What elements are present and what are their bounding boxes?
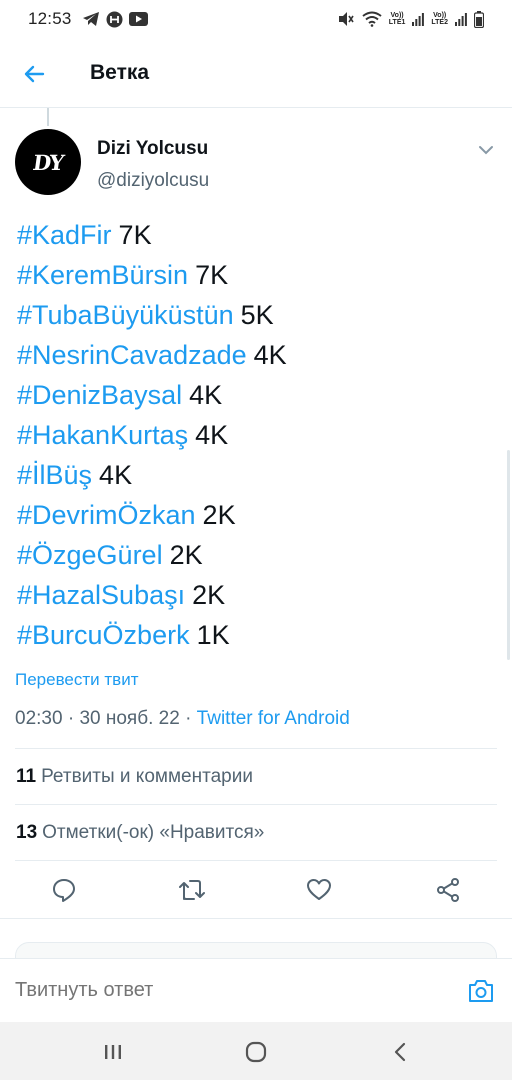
- reply-button[interactable]: [48, 874, 80, 906]
- hashtag-count: 5K: [240, 300, 274, 330]
- hashtag-count: 7K: [118, 220, 152, 250]
- thread-connector-line: [47, 108, 49, 126]
- hashtag-line: #BurcuÖzberk 1K: [17, 615, 497, 655]
- back-nav-button[interactable]: [384, 1036, 416, 1068]
- app-notification-icon: [106, 11, 123, 27]
- heart-icon: [307, 879, 331, 900]
- share-icon: [437, 878, 459, 902]
- divider: [15, 748, 497, 749]
- avatar-logo-text: DY: [31, 149, 65, 175]
- home-icon: [245, 1041, 267, 1063]
- network-1-indicator: Vo)) LTE1: [388, 12, 406, 26]
- retweet-button[interactable]: [176, 874, 208, 906]
- hashtag-count: 4K: [253, 340, 287, 370]
- hashtag-link[interactable]: #KeremBürsin: [17, 260, 188, 290]
- android-nav-bar: [0, 1022, 512, 1080]
- chevron-down-icon: [479, 146, 493, 155]
- hashtag-line: #NesrinCavadzade 4K: [17, 335, 497, 375]
- tweet-actions: [0, 862, 512, 918]
- reply-input[interactable]: [15, 979, 435, 1002]
- divider: [15, 804, 497, 805]
- hashtag-link[interactable]: #HakanKurtaş: [17, 420, 188, 450]
- hashtag-count: 2K: [192, 580, 226, 610]
- scroll-indicator[interactable]: [507, 450, 510, 660]
- tweet-meta: 02:30 · 30 нояб. 22 · Twitter for Androi…: [15, 708, 350, 730]
- tweet-time: 02:30: [15, 708, 63, 729]
- comment-icon: [53, 879, 75, 902]
- hashtag-count: 2K: [202, 500, 236, 530]
- author-name[interactable]: Dizi Yolcusu: [97, 138, 208, 160]
- hashtag-line: #DenizBaysal 4K: [17, 375, 497, 415]
- divider: [0, 918, 512, 919]
- hashtag-line: #HazalSubaşı 2K: [17, 575, 497, 615]
- likes-label: Отметки(-ок) «Нравится»: [42, 822, 265, 843]
- page-title: Ветка: [90, 61, 150, 84]
- status-bar: 12:53 Vo)) LTE1 Vo)) LTE2: [0, 0, 512, 38]
- app-header: Ветка: [0, 38, 512, 108]
- hashtag-link[interactable]: #KadFir: [17, 220, 112, 250]
- hashtag-count: 2K: [169, 540, 203, 570]
- tweet-menu-button[interactable]: [474, 138, 498, 162]
- hashtag-link[interactable]: #TubaBüyüküstün: [17, 300, 234, 330]
- home-button[interactable]: [240, 1036, 272, 1068]
- tweet-source-link[interactable]: Twitter for Android: [197, 708, 350, 729]
- camera-icon: [469, 980, 493, 1002]
- network-2-indicator: Vo)) LTE2: [431, 12, 448, 26]
- back-button[interactable]: [18, 58, 50, 90]
- hashtag-count: 4K: [195, 420, 229, 450]
- share-button[interactable]: [432, 874, 464, 906]
- back-chevron-icon: [394, 1042, 406, 1062]
- recent-apps-button[interactable]: [97, 1036, 129, 1068]
- hashtag-line: #KeremBürsin 7K: [17, 255, 497, 295]
- tweet-date: 30 нояб. 22: [79, 708, 180, 729]
- hashtag-link[interactable]: #DevrimÖzkan: [17, 500, 196, 530]
- hashtag-link[interactable]: #BurcuÖzberk: [17, 620, 190, 650]
- hashtag-line: #TubaBüyüküstün 5K: [17, 295, 497, 335]
- recent-apps-icon: [105, 1045, 121, 1059]
- arrow-left-icon: [24, 65, 45, 83]
- signal-2-icon: [455, 13, 467, 26]
- telegram-icon: [82, 12, 99, 26]
- tweet-text: #KadFir 7K #KeremBürsin 7K #TubaBüyüküstün 5K…: [17, 215, 497, 655]
- avatar[interactable]: DY: [15, 129, 81, 195]
- likes-count: 13: [16, 822, 38, 843]
- hashtag-link[interactable]: #HazalSubaşı: [17, 580, 185, 610]
- meta-separator: ·: [67, 708, 75, 729]
- hashtag-link[interactable]: #İlBüş: [17, 460, 92, 490]
- hashtag-line: #İlBüş 4K: [17, 455, 497, 495]
- reply-bar: [0, 958, 512, 1022]
- hashtag-count: 4K: [189, 380, 223, 410]
- retweets-count: 11: [16, 766, 37, 787]
- likes-stat[interactable]: 13 Отметки(-ок) «Нравится»: [16, 822, 264, 844]
- hashtag-line: #ÖzgeGürel 2K: [17, 535, 497, 575]
- retweet-icon: [179, 880, 205, 900]
- author-handle[interactable]: @diziyolcusu: [97, 170, 209, 192]
- meta-separator: ·: [185, 708, 192, 729]
- hashtag-link[interactable]: #ÖzgeGürel: [17, 540, 163, 570]
- hashtag-count: 1K: [196, 620, 230, 650]
- like-button[interactable]: [303, 874, 335, 906]
- youtube-icon: [128, 12, 148, 26]
- divider: [15, 860, 497, 861]
- hashtag-line: #KadFir 7K: [17, 215, 497, 255]
- retweets-stat[interactable]: 11 Ретвиты и комментарии: [16, 766, 253, 788]
- hashtag-link[interactable]: #NesrinCavadzade: [17, 340, 247, 370]
- battery-icon: [474, 10, 484, 28]
- status-time: 12:53: [28, 9, 72, 28]
- translate-tweet-link[interactable]: Перевести твит: [15, 670, 138, 690]
- signal-1-icon: [412, 13, 425, 26]
- hashtag-link[interactable]: #DenizBaysal: [17, 380, 182, 410]
- camera-button[interactable]: [466, 976, 496, 1006]
- hashtag-line: #HakanKurtaş 4K: [17, 415, 497, 455]
- retweets-label: Ретвиты и комментарии: [41, 766, 253, 787]
- hashtag-line: #DevrimÖzkan 2K: [17, 495, 497, 535]
- mute-icon: [338, 12, 354, 26]
- hashtag-count: 4K: [99, 460, 133, 490]
- hashtag-count: 7K: [195, 260, 229, 290]
- wifi-icon: [362, 11, 382, 27]
